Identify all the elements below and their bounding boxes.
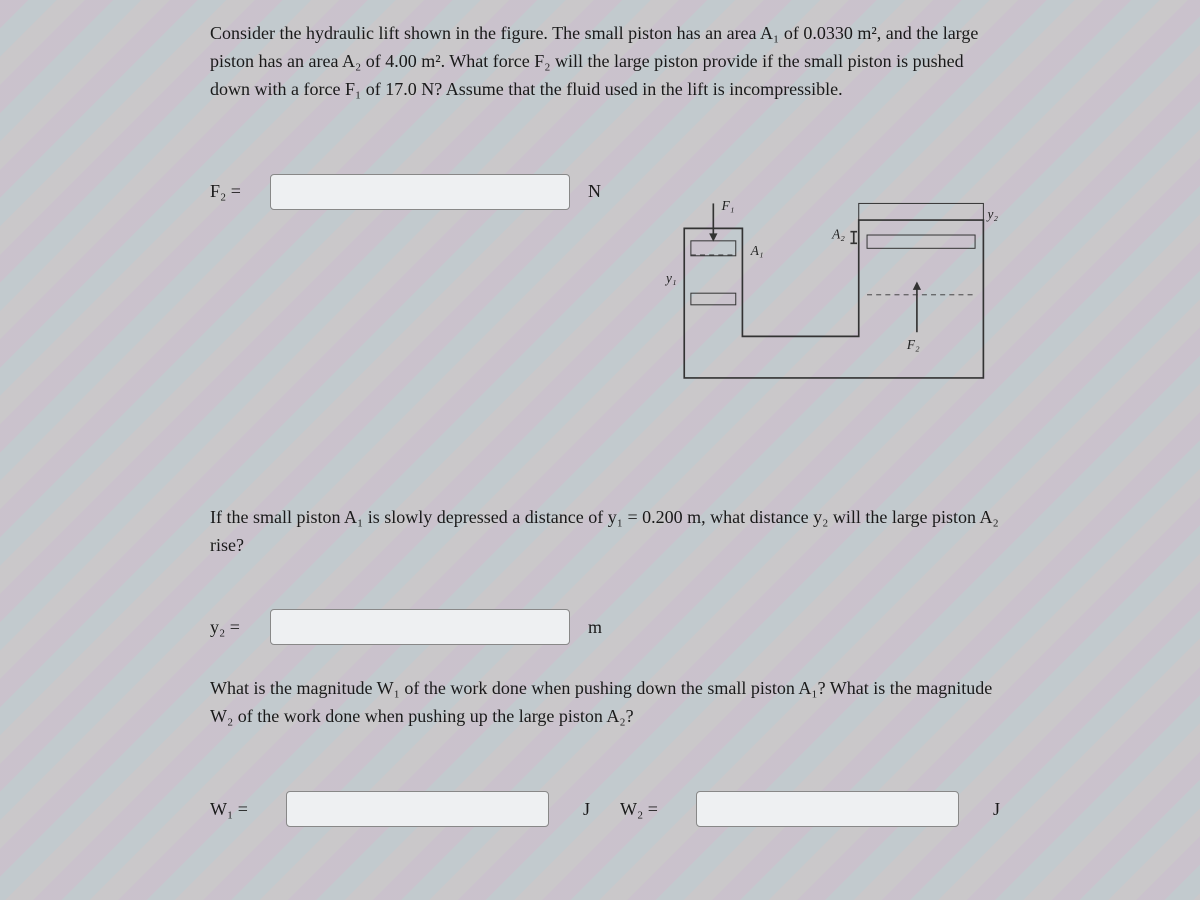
y2-unit: m	[588, 617, 602, 638]
problem-intro: Consider the hydraulic lift shown in the…	[210, 20, 1000, 104]
w1-input[interactable]	[286, 791, 549, 827]
fig-label-y2: y₂	[986, 206, 999, 221]
fig-label-f2: F₂	[906, 337, 920, 352]
y2-label: y₂ =	[210, 617, 256, 638]
w2-label: W₂ =	[620, 799, 666, 820]
w1-label: W₁ =	[210, 799, 256, 820]
w2-unit: J	[993, 799, 1000, 820]
fig-label-a2: A₂	[831, 226, 845, 241]
answer-row-work: W₁ = J W₂ = J	[210, 791, 1000, 827]
w1-unit: J	[583, 799, 590, 820]
y2-input[interactable]	[270, 609, 570, 645]
answer-row-y2: y₂ = m	[210, 609, 1000, 645]
fig-label-y1: y₁	[664, 270, 677, 285]
question-2: If the small piston A₁ is slowly depress…	[210, 504, 1000, 560]
hydraulic-figure: F₁ y₁ A₁ A₂ y₂ F₂	[651, 174, 1000, 424]
f2-label: F₂ =	[210, 181, 256, 202]
fig-label-a1: A₁	[750, 243, 764, 258]
w2-input[interactable]	[696, 791, 959, 827]
question-3: What is the magnitude W₁ of the work don…	[210, 675, 1000, 731]
f2-unit: N	[588, 181, 601, 202]
answer-row-f2: F₂ = N	[210, 174, 601, 210]
fig-label-f1: F₁	[721, 198, 735, 213]
f2-input[interactable]	[270, 174, 570, 210]
